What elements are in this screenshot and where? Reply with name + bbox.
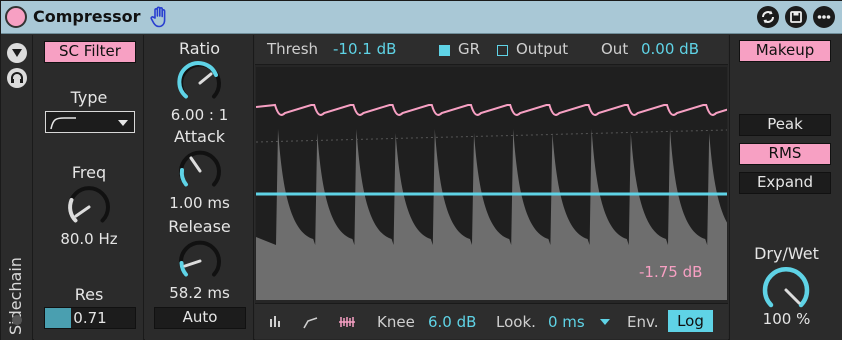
auto-release-button[interactable]: Auto [154, 307, 246, 329]
display-header: Thresh -10.1 dB GR Output Out 0.00 dB [255, 35, 728, 65]
hot-swap-icon[interactable] [757, 6, 779, 28]
expand-button[interactable]: Expand [739, 172, 831, 194]
ratio-value: 6.00 : 1 [170, 106, 229, 124]
drywet-value: 100 % [762, 310, 811, 328]
meter-view-icon[interactable] [261, 309, 289, 335]
thresh-label: Thresh [267, 40, 319, 58]
thresh-value[interactable]: -10.1 dB [333, 40, 396, 58]
hand-icon[interactable] [150, 6, 170, 28]
freq-knob[interactable] [67, 185, 111, 229]
log-button[interactable]: Log [668, 310, 713, 332]
filter-type-dropdown[interactable] [45, 111, 135, 133]
res-value: 0.71 [73, 309, 107, 327]
display-footer: Knee 6.0 dB Look. 0 ms Env. Log [255, 303, 728, 339]
out-label: Out [601, 40, 629, 58]
chevron-down-icon[interactable] [599, 317, 611, 327]
gain-reduction-graph[interactable]: -1.75 dB [256, 67, 727, 300]
sidechain-strip: Sidechain [1, 35, 33, 340]
compressor-display: Thresh -10.1 dB GR Output Out 0.00 dB -1… [255, 35, 728, 340]
drywet-label: Dry/Wet [754, 244, 819, 263]
attack-label: Attack [173, 127, 226, 146]
type-label: Type [70, 88, 108, 107]
activity-view-icon[interactable] [333, 309, 361, 335]
release-value: 58.2 ms [169, 284, 230, 302]
gr-readout: -1.75 dB [639, 263, 703, 281]
sidechain-toggle-dot[interactable] [12, 315, 22, 325]
res-field[interactable]: 0.71 [44, 307, 136, 329]
attack-value: 1.00 ms [169, 194, 230, 212]
compressor-device: Compressor Sidechain SC Filter Type Freq… [0, 0, 842, 340]
device-power-button[interactable] [5, 6, 27, 28]
peak-button[interactable]: Peak [739, 114, 831, 136]
output-label: Output [516, 40, 569, 58]
curve-view-icon[interactable] [297, 309, 325, 335]
res-label: Res [74, 285, 104, 304]
output-panel: Makeup Peak RMS Expand Dry/Wet 100 % [729, 35, 842, 340]
output-checkbox[interactable] [497, 45, 508, 56]
sidechain-filter-panel: SC Filter Type Freq 80.0 Hz Res 0.71 [34, 35, 144, 340]
highpass-curve-icon [50, 117, 128, 130]
more-options-icon[interactable] [813, 6, 835, 28]
drywet-knob[interactable] [761, 265, 811, 315]
reference-dotted-line [256, 129, 727, 143]
freq-label: Freq [71, 163, 107, 182]
collapse-triangle-icon[interactable] [7, 43, 27, 63]
gr-checkbox[interactable] [439, 45, 450, 56]
sc-filter-button[interactable]: SC Filter [44, 41, 136, 63]
attack-knob[interactable] [177, 148, 223, 194]
lookahead-label: Look. [496, 313, 536, 331]
gr-label: GR [458, 40, 481, 58]
release-knob[interactable] [177, 238, 223, 284]
device-title: Compressor [33, 7, 141, 26]
envelope-label: Env. [627, 313, 659, 331]
freq-value: 80.0 Hz [60, 230, 118, 248]
rms-button[interactable]: RMS [739, 143, 831, 165]
makeup-button[interactable]: Makeup [739, 40, 831, 62]
save-preset-icon[interactable] [785, 6, 807, 28]
release-label: Release [168, 217, 231, 236]
chevron-down-icon [118, 120, 128, 126]
headphone-icon[interactable] [7, 68, 27, 88]
title-bar: Compressor [1, 1, 842, 34]
lookahead-value[interactable]: 0 ms [548, 313, 585, 331]
gain-reduction-line [256, 103, 727, 116]
dynamics-params-panel: Ratio 6.00 : 1 Attack 1.00 ms Release 58… [145, 35, 254, 340]
ratio-label: Ratio [178, 39, 221, 58]
knee-label: Knee [377, 313, 415, 331]
out-value[interactable]: 0.00 dB [641, 40, 699, 58]
ratio-knob[interactable] [177, 60, 223, 106]
knee-value[interactable]: 6.0 dB [428, 313, 476, 331]
